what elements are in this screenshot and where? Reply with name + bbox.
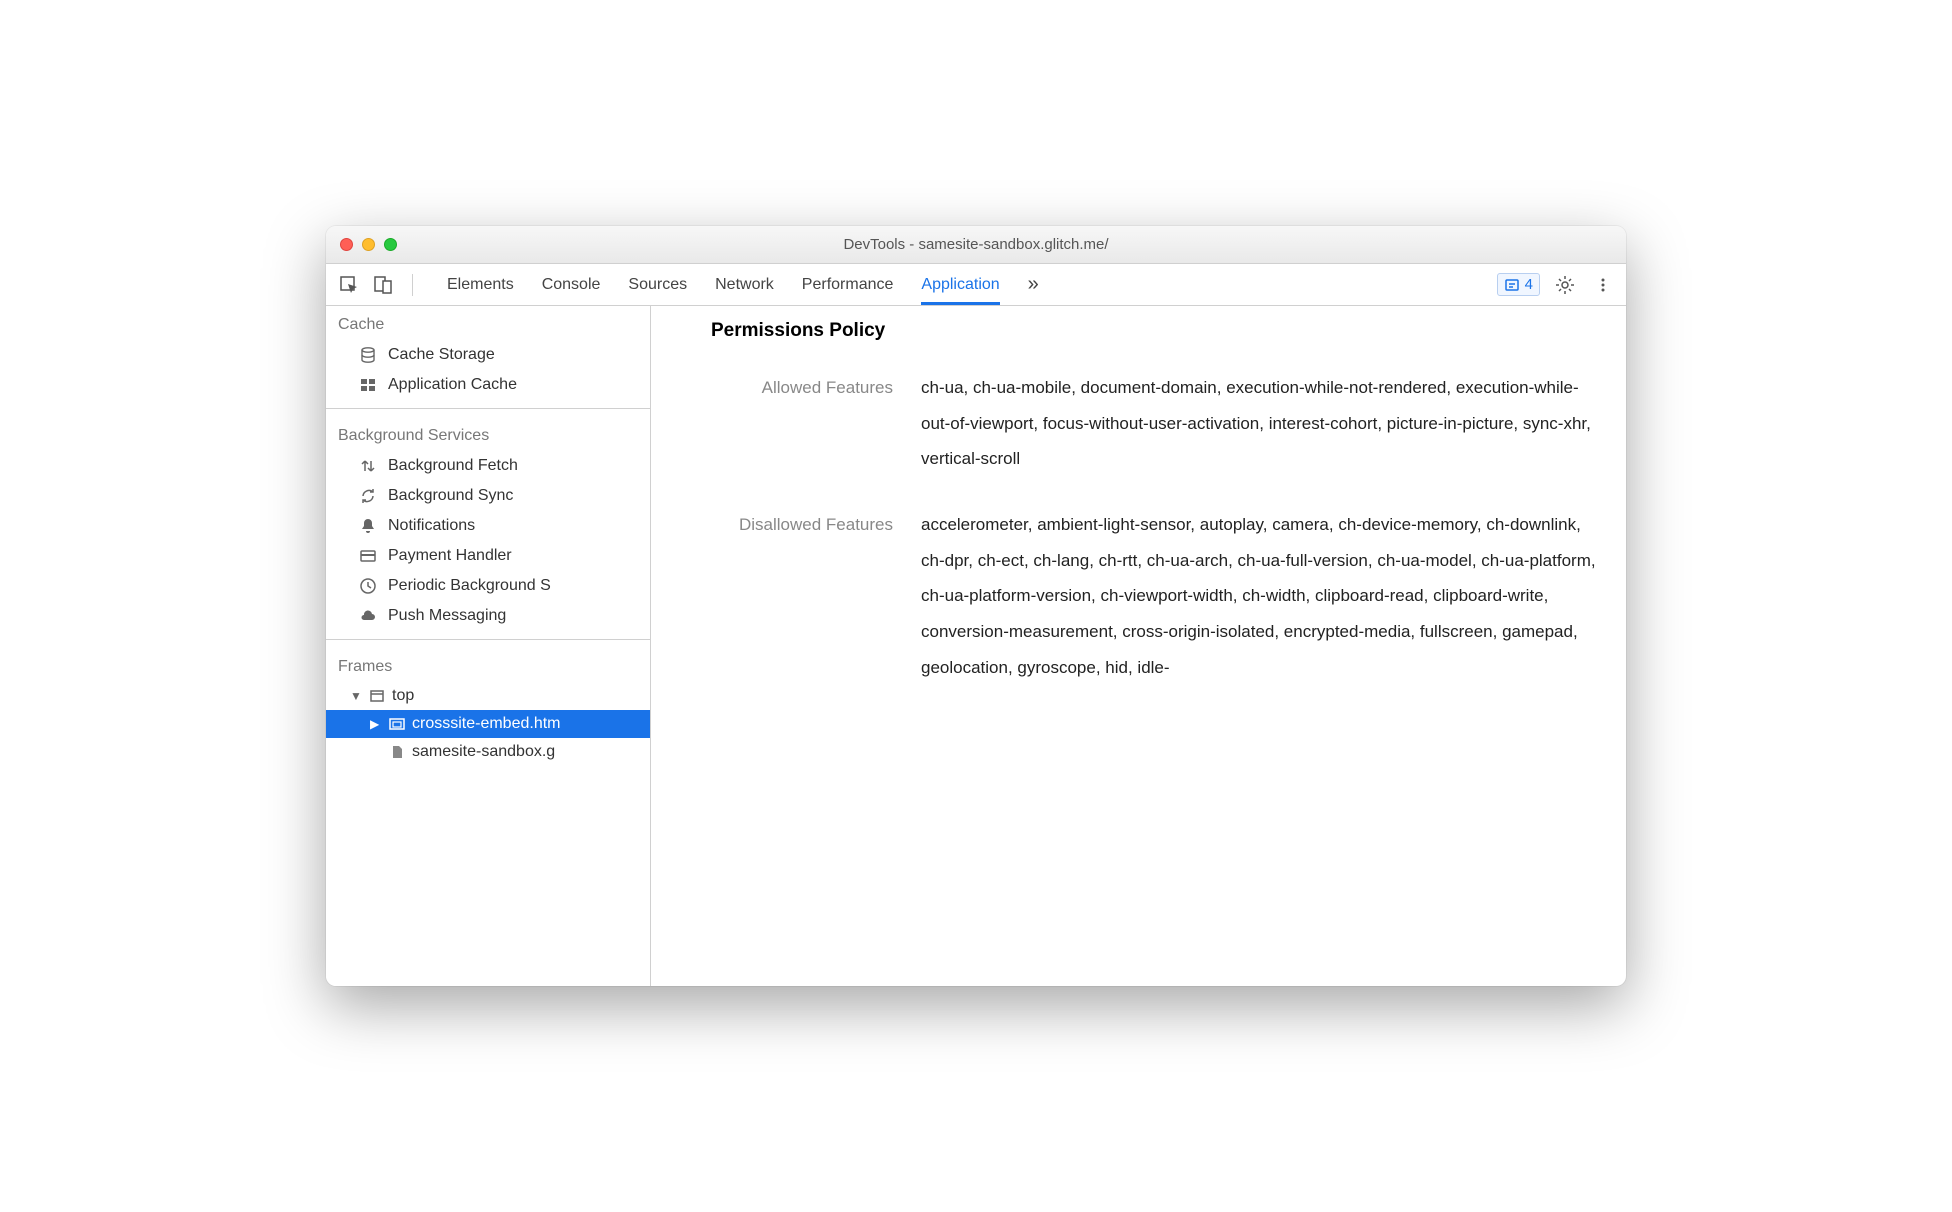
- sidebar-item-bg-fetch[interactable]: Background Fetch: [326, 451, 650, 481]
- device-toolbar-icon[interactable]: [370, 272, 396, 298]
- issues-badge[interactable]: 4: [1497, 273, 1540, 296]
- cloud-icon: [358, 606, 378, 626]
- zoom-window-button[interactable]: [384, 238, 397, 251]
- devtools-window: DevTools - samesite-sandbox.glitch.me/ E…: [326, 226, 1626, 986]
- card-icon: [358, 546, 378, 566]
- frame-top[interactable]: ▼ top: [326, 682, 650, 710]
- minimize-window-button[interactable]: [362, 238, 375, 251]
- separator: [412, 274, 413, 296]
- section-cache: Cache: [326, 306, 650, 340]
- sidebar-item-cache-storage[interactable]: Cache Storage: [326, 340, 650, 370]
- sidebar-item-label: Cache Storage: [388, 346, 495, 364]
- disallowed-row: Disallowed Features accelerometer, ambie…: [711, 507, 1596, 685]
- sidebar-item-payment[interactable]: Payment Handler: [326, 541, 650, 571]
- inspect-icon[interactable]: [336, 272, 362, 298]
- frame-icon: [388, 715, 406, 733]
- window-title: DevTools - samesite-sandbox.glitch.me/: [326, 236, 1626, 253]
- disclosure-icon: ▶: [370, 717, 382, 731]
- sidebar-item-label: Background Sync: [388, 487, 513, 505]
- section-frames: Frames: [326, 648, 650, 682]
- sync-icon: [358, 486, 378, 506]
- divider: [326, 408, 650, 409]
- toolbar-right: 4: [1497, 272, 1616, 298]
- devtools-tabbar: Elements Console Sources Network Perform…: [326, 264, 1626, 306]
- frame-embed[interactable]: ▶ crosssite-embed.htm: [326, 710, 650, 738]
- titlebar: DevTools - samesite-sandbox.glitch.me/: [326, 226, 1626, 264]
- sidebar-item-label: Periodic Background S: [388, 577, 551, 595]
- frame-label: top: [392, 687, 414, 705]
- allowed-value: ch-ua, ch-ua-mobile, document-domain, ex…: [921, 370, 1596, 477]
- bell-icon: [358, 516, 378, 536]
- content-heading: Permissions Policy: [711, 320, 1596, 342]
- updown-icon: [358, 456, 378, 476]
- tab-sources[interactable]: Sources: [628, 264, 687, 305]
- content-pane[interactable]: Permissions Policy Allowed Features ch-u…: [651, 306, 1626, 986]
- allowed-row: Allowed Features ch-ua, ch-ua-mobile, do…: [711, 370, 1596, 477]
- issues-count: 4: [1525, 276, 1533, 293]
- sidebar-item-periodic[interactable]: Periodic Background S: [326, 571, 650, 601]
- window-controls: [340, 238, 397, 251]
- close-window-button[interactable]: [340, 238, 353, 251]
- tab-performance[interactable]: Performance: [802, 264, 894, 305]
- sidebar-item-push[interactable]: Push Messaging: [326, 601, 650, 631]
- tab-console[interactable]: Console: [542, 264, 601, 305]
- sidebar-item-label: Application Cache: [388, 376, 517, 394]
- frame-sandbox[interactable]: samesite-sandbox.g: [326, 738, 650, 766]
- allowed-label: Allowed Features: [711, 370, 921, 477]
- clock-icon: [358, 576, 378, 596]
- main-area: Cache Cache Storage Application Cache Ba…: [326, 306, 1626, 986]
- disallowed-value: accelerometer, ambient-light-sensor, aut…: [921, 507, 1596, 685]
- application-sidebar[interactable]: Cache Cache Storage Application Cache Ba…: [326, 306, 651, 986]
- sidebar-item-notifications[interactable]: Notifications: [326, 511, 650, 541]
- file-icon: [388, 743, 406, 761]
- sidebar-item-app-cache[interactable]: Application Cache: [326, 370, 650, 400]
- frame-label: crosssite-embed.htm: [412, 715, 561, 733]
- grid-icon: [358, 375, 378, 395]
- more-icon[interactable]: [1590, 272, 1616, 298]
- sidebar-item-label: Payment Handler: [388, 547, 512, 565]
- panel-tabs: Elements Console Sources Network Perform…: [447, 264, 1489, 305]
- sidebar-item-label: Notifications: [388, 517, 475, 535]
- section-background: Background Services: [326, 417, 650, 451]
- divider: [326, 639, 650, 640]
- issues-icon: [1504, 277, 1520, 293]
- tab-network[interactable]: Network: [715, 264, 774, 305]
- disallowed-label: Disallowed Features: [711, 507, 921, 685]
- disclosure-icon: ▼: [350, 689, 362, 703]
- database-icon: [358, 345, 378, 365]
- tab-elements[interactable]: Elements: [447, 264, 514, 305]
- sidebar-item-label: Push Messaging: [388, 607, 506, 625]
- sidebar-item-label: Background Fetch: [388, 457, 518, 475]
- settings-icon[interactable]: [1552, 272, 1578, 298]
- sidebar-item-bg-sync[interactable]: Background Sync: [326, 481, 650, 511]
- tab-application[interactable]: Application: [921, 264, 999, 305]
- window-icon: [368, 687, 386, 705]
- tab-more[interactable]: »: [1028, 264, 1039, 305]
- frame-label: samesite-sandbox.g: [412, 743, 555, 761]
